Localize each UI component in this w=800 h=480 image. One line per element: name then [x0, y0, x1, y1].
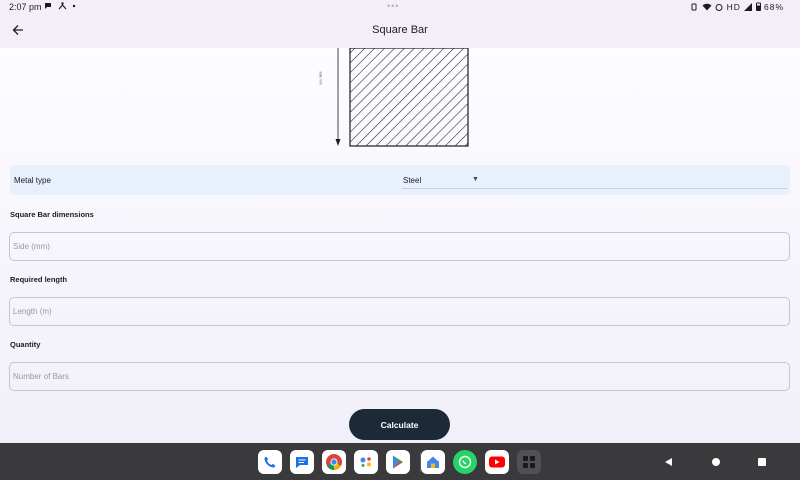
side-dimension-label: side mm	[318, 71, 323, 85]
system-nav-bar	[0, 443, 800, 480]
app-bar: Square Bar	[0, 14, 800, 48]
battery-icon	[755, 2, 761, 11]
phone-icon[interactable]	[258, 450, 282, 474]
dropdown-caret-icon: ▼	[472, 176, 479, 183]
nav-back-button[interactable]	[660, 453, 678, 471]
hd-label: HD	[726, 2, 741, 12]
status-time: 2:07 pm	[9, 2, 42, 12]
chrome-icon[interactable]	[322, 450, 346, 474]
square-bar-diagram: side mm	[319, 48, 475, 148]
square-bar-illustration	[335, 48, 469, 147]
square-recents-icon	[758, 458, 766, 466]
window-handle-dots: •••	[387, 1, 400, 11]
youtube-icon[interactable]	[485, 450, 509, 474]
dot-icon	[72, 4, 76, 8]
quantity-label: Quantity	[10, 340, 41, 349]
signal-icon	[744, 3, 753, 11]
accessibility-icon	[58, 2, 66, 10]
calculate-button[interactable]: Calculate	[349, 409, 450, 440]
system-status: HD 68%	[690, 2, 784, 12]
assistant-icon[interactable]	[354, 450, 378, 474]
nav-recents-button[interactable]	[753, 453, 771, 471]
alarm-icon	[715, 4, 723, 11]
vibrate-icon	[691, 3, 697, 11]
page-title: Square Bar	[372, 24, 428, 36]
metal-type-dropdown[interactable]: Steel ▼	[402, 165, 787, 189]
square-cross-section	[349, 48, 469, 147]
chat-bubble-icon	[45, 3, 51, 9]
whatsapp-icon[interactable]	[453, 450, 477, 474]
home-icon[interactable]	[421, 450, 445, 474]
messages-icon[interactable]	[290, 450, 314, 474]
nav-home-button[interactable]	[707, 453, 725, 471]
wifi-icon	[702, 3, 712, 11]
quantity-input[interactable]	[9, 362, 790, 391]
side-input[interactable]	[9, 232, 790, 261]
notification-icons	[44, 1, 76, 11]
triangle-back-icon	[665, 458, 672, 466]
length-label: Required length	[10, 275, 68, 284]
app-drawer-icon[interactable]	[517, 450, 541, 474]
dimension-arrowhead	[335, 139, 341, 146]
battery-percent: 68%	[763, 2, 784, 12]
status-bar: 2:07 pm ••• HD 68%	[0, 0, 800, 14]
circle-home-icon	[712, 458, 720, 466]
metal-type-row: Metal type Steel ▼	[10, 165, 790, 195]
metal-type-label: Metal type	[14, 176, 51, 185]
dimensions-label: Square Bar dimensions	[10, 210, 94, 219]
length-input[interactable]	[9, 297, 790, 326]
main-content[interactable]: side mm Metal type Steel ▼ Square Bar di…	[0, 48, 800, 443]
play-store-icon[interactable]	[386, 450, 410, 474]
metal-type-value: Steel	[403, 176, 422, 185]
